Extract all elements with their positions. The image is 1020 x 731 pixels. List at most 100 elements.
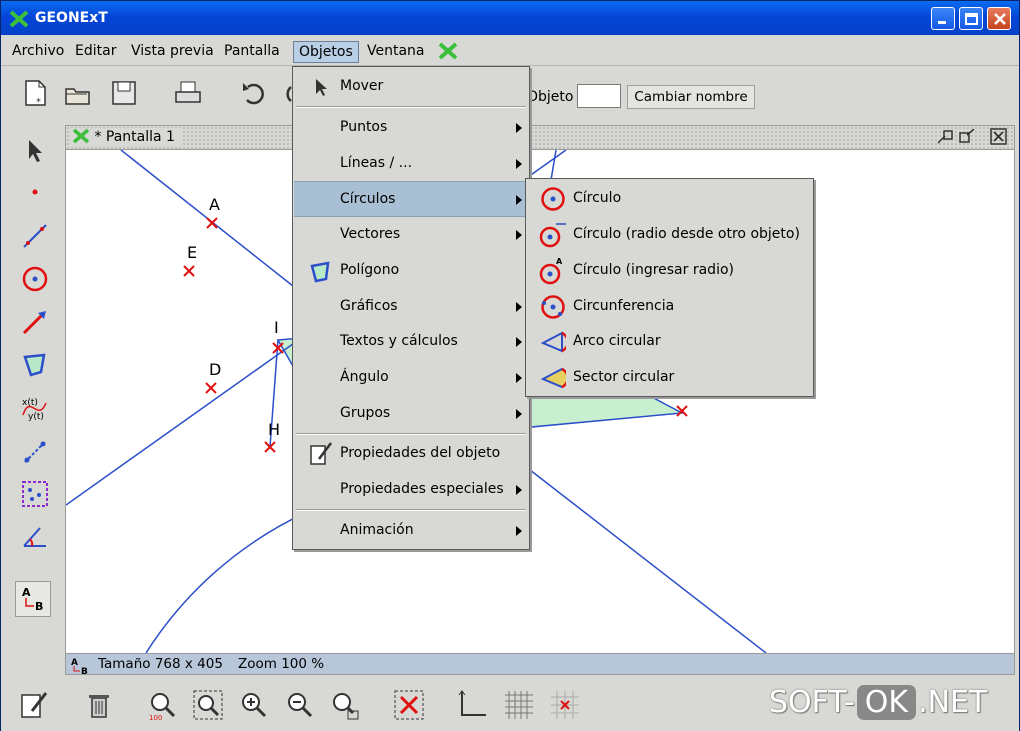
- print-icon[interactable]: [173, 79, 203, 109]
- move-arrow-icon: [312, 77, 332, 101]
- circulo-label: Círculo: [573, 190, 622, 206]
- label-e: E: [187, 243, 197, 262]
- circle-input-radius-icon: A: [538, 256, 568, 290]
- menu-item-angulo[interactable]: Ángulo: [294, 360, 528, 396]
- menu-item-textos[interactable]: Textos y cálculos: [294, 324, 528, 360]
- menu-item-propiedades-especiales[interactable]: Propiedades especiales: [294, 472, 528, 508]
- submenu-item-sector-circular[interactable]: Sector circular: [527, 360, 812, 396]
- zoom-region-icon[interactable]: [329, 689, 361, 721]
- poligono-label: Polígono: [340, 262, 400, 278]
- menu-item-vectores[interactable]: Vectores: [294, 217, 528, 253]
- undo-icon[interactable]: [239, 79, 269, 109]
- watermark-ok: OK: [856, 685, 917, 720]
- title-bar[interactable]: GEONExT: [1, 1, 1019, 35]
- submenu-arrow-icon: [516, 485, 522, 495]
- menu-objetos[interactable]: Objetos: [293, 41, 359, 63]
- svg-text:A: A: [556, 257, 563, 266]
- animacion-label: Animación: [340, 522, 414, 538]
- submenu-item-circunferencia[interactable]: Circunferencia: [527, 289, 812, 325]
- submenu-item-circulo-radio-objeto[interactable]: Círculo (radio desde otro objeto): [527, 217, 812, 253]
- menu-item-puntos[interactable]: Puntos: [294, 110, 528, 146]
- window-title: GEONExT: [35, 10, 108, 26]
- text-label-tool-icon[interactable]: AB: [15, 581, 51, 617]
- object-name-field[interactable]: [577, 84, 621, 108]
- submenu-item-arco-circular[interactable]: Arco circular: [527, 324, 812, 360]
- app-window: GEONExT Archivo Editar Vista previa Pant…: [0, 0, 1020, 731]
- submenu-item-circulo[interactable]: Círculo: [527, 181, 812, 217]
- inner-window-titlebar[interactable]: * Pantalla 1: [65, 125, 1015, 150]
- point-a: [206, 217, 218, 229]
- zoom-out-icon[interactable]: [284, 689, 316, 721]
- pointer-tool-icon[interactable]: [20, 135, 50, 165]
- submenu-arrow-icon: [516, 526, 522, 536]
- menu-item-lineas[interactable]: Líneas / ...: [294, 146, 528, 182]
- menu-editar[interactable]: Editar: [70, 41, 121, 63]
- function-graph-tool-icon[interactable]: x(t) y(t): [20, 393, 50, 423]
- minimize-button[interactable]: [931, 7, 955, 30]
- menu-ventana[interactable]: Ventana: [362, 41, 430, 63]
- open-folder-icon[interactable]: [63, 80, 93, 110]
- left-toolbar: x(t) y(t) AB: [1, 125, 61, 685]
- puntos-label: Puntos: [340, 119, 388, 135]
- menu-vista-previa[interactable]: Vista previa: [126, 41, 219, 63]
- svg-text:100: 100: [149, 714, 162, 721]
- menu-item-graficos[interactable]: Gráficos: [294, 289, 528, 325]
- menu-archivo[interactable]: Archivo: [7, 41, 69, 63]
- circle-center-icon: [540, 186, 566, 216]
- line-tool-icon[interactable]: [20, 221, 50, 251]
- graficos-label: Gráficos: [340, 298, 398, 314]
- edit-properties-icon[interactable]: [18, 689, 50, 721]
- maximize-inner-icon[interactable]: [958, 128, 976, 149]
- menu-item-animacion[interactable]: Animación: [294, 513, 528, 549]
- submenu-item-circulo-ingresar-radio[interactable]: A Círculo (ingresar radio): [527, 253, 812, 289]
- watermark: SOFT- OK .NET: [769, 685, 987, 727]
- menu-item-propiedades-objeto[interactable]: Propiedades del objeto: [294, 436, 528, 472]
- zoom-100-icon[interactable]: 100: [147, 689, 179, 722]
- label-d: D: [209, 360, 221, 379]
- delete-all-icon[interactable]: [393, 689, 425, 721]
- propiedades-objeto-label: Propiedades del objeto: [340, 445, 501, 461]
- restore-icon[interactable]: [936, 129, 954, 149]
- vector-tool-icon[interactable]: [20, 307, 50, 337]
- save-icon[interactable]: [109, 78, 139, 108]
- menu-item-circulos[interactable]: Círculos: [294, 181, 528, 217]
- circle-radius-object-icon: [538, 221, 568, 253]
- angle-tool-icon[interactable]: [20, 522, 50, 552]
- polygon-tool-icon[interactable]: [20, 350, 50, 380]
- inner-window-label: * Pantalla 1: [70, 128, 181, 145]
- axes-icon[interactable]: [456, 689, 488, 721]
- menu-item-grupos[interactable]: Grupos: [294, 396, 528, 432]
- grid-icon[interactable]: [503, 689, 535, 721]
- menu-item-poligono[interactable]: Polígono: [294, 253, 528, 289]
- maximize-button[interactable]: [959, 7, 983, 30]
- point-d: [205, 382, 217, 394]
- close-inner-icon[interactable]: [990, 128, 1008, 150]
- objects-menu: Mover Puntos Líneas / ... Círculos Vecto…: [292, 66, 530, 550]
- mover-label: Mover: [340, 78, 384, 94]
- circular-arc-icon: [540, 329, 569, 359]
- menu-pantalla[interactable]: Pantalla: [219, 41, 285, 63]
- watermark-left: SOFT-: [769, 685, 855, 720]
- point-tool-icon[interactable]: [20, 177, 50, 207]
- svg-text:*: *: [36, 97, 41, 108]
- text-label-status-icon: AB: [69, 655, 93, 679]
- segment-points-tool-icon[interactable]: [20, 437, 50, 467]
- group-select-tool-icon[interactable]: [20, 479, 50, 509]
- submenu-arrow-icon: [516, 409, 522, 419]
- new-file-icon[interactable]: *: [21, 78, 51, 108]
- close-button[interactable]: [987, 7, 1011, 30]
- circle-tool-icon[interactable]: [20, 264, 50, 294]
- snap-grid-icon[interactable]: [549, 689, 581, 721]
- submenu-arrow-icon: [516, 123, 522, 133]
- menu-item-mover[interactable]: Mover: [294, 69, 528, 105]
- rename-button[interactable]: Cambiar nombre: [627, 85, 755, 109]
- zoom-in-icon[interactable]: [238, 689, 270, 721]
- trash-icon[interactable]: [83, 689, 115, 721]
- geonext-menu-icon[interactable]: [438, 42, 458, 64]
- submenu-arrow-icon: [516, 337, 522, 347]
- submenu-arrow-icon: [516, 195, 522, 205]
- submenu-arrow-icon: [516, 230, 522, 240]
- label-a: A: [209, 195, 220, 214]
- zoom-fit-icon[interactable]: [192, 689, 224, 721]
- textos-label: Textos y cálculos: [340, 333, 458, 349]
